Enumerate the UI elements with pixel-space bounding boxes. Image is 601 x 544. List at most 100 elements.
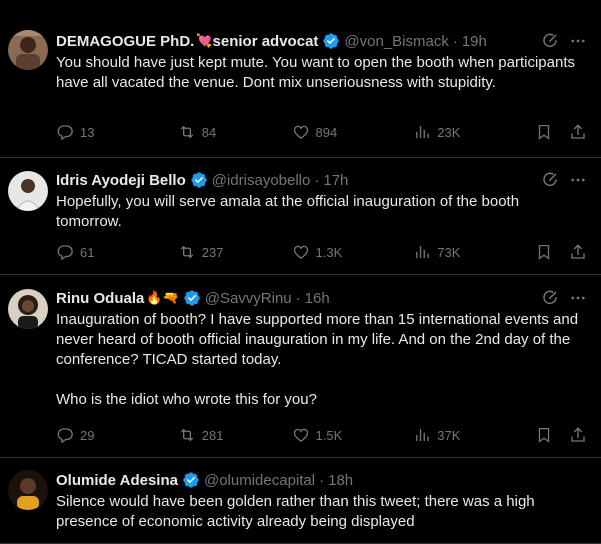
display-name[interactable]: Rinu Oduala [56,290,144,307]
timestamp[interactable]: 18h [328,472,353,489]
tweet[interactable]: DEMAGOGUE PhD. 💘 senior advocat @von_Bis… [0,0,601,158]
avatar[interactable] [8,30,48,70]
reply-button[interactable]: 29 [56,426,178,444]
reply-icon [57,428,73,444]
display-name-suffix[interactable]: senior advocat [213,33,319,50]
bookmark-icon[interactable] [535,426,553,444]
separator-dot: · [319,471,325,489]
tweet-header: DEMAGOGUE PhD. 💘 senior advocat @von_Bis… [56,31,587,51]
tweet-actions: 29 281 1.5K 37K [56,426,587,444]
avatar-image [8,171,48,211]
grok-icon[interactable] [541,32,559,50]
verified-badge-icon [323,33,340,49]
verified-badge-icon [183,472,199,488]
grok-icon[interactable] [541,171,559,189]
verified-badge-icon [184,290,200,306]
tweet[interactable]: Idris Ayodeji Bello @idrisayobello · 17h… [0,158,601,275]
like-icon [293,428,308,442]
timestamp[interactable]: 17h [323,172,348,189]
retweet-count: 237 [201,244,224,260]
grok-icon[interactable] [541,289,559,307]
like-count: 1.3K [315,244,343,260]
tweet-header: Olumide Adesina @olumidecapital · 18h [56,470,587,490]
handle[interactable]: @SavvyRinu [205,290,292,307]
reply-button[interactable]: 13 [56,123,178,141]
reply-icon [57,245,73,261]
retweet-button[interactable]: 281 [178,426,292,444]
display-name[interactable]: Olumide Adesina [56,472,178,489]
like-button[interactable]: 1.5K [292,426,414,444]
like-count: 894 [315,124,338,140]
tweet-header-actions [541,32,587,50]
name-emoji: 🔥🔫 [146,290,179,306]
tweet-right-actions [535,243,587,261]
views-button[interactable]: 73K [413,243,535,261]
avatar-image [8,470,48,510]
handle[interactable]: @von_Bismack [344,33,448,50]
tweet-actions: 13 84 894 23K [56,123,587,141]
avatar[interactable] [8,171,48,211]
like-icon [293,125,308,139]
retweet-count: 281 [201,427,224,443]
tweet[interactable]: Rinu Oduala 🔥🔫 @SavvyRinu · 16h Inaugura… [0,275,601,458]
tweet-text: You should have just kept mute. You want… [56,54,580,91]
views-button[interactable]: 23K [413,123,535,141]
tweet-text: Silence would have been golden rather th… [56,493,539,530]
name-emoji: 💘 [196,33,213,49]
retweet-icon [180,245,193,259]
tweet[interactable]: Olumide Adesina @olumidecapital · 18h Si… [0,458,601,544]
like-count: 1.5K [315,427,343,443]
views-icon [416,246,429,258]
more-icon[interactable] [569,289,587,307]
tweet-right-actions [535,123,587,141]
tweet-text: Inauguration of booth? I have supported … [56,311,579,408]
tweet-text: Hopefully, you will serve amala at the o… [56,193,524,230]
like-icon [293,245,308,259]
reply-count: 29 [80,427,95,443]
display-name[interactable]: DEMAGOGUE PhD. [56,33,194,50]
avatar[interactable] [8,289,48,329]
views-count: 37K [437,427,461,443]
bookmark-icon[interactable] [535,243,553,261]
handle[interactable]: @olumidecapital [204,472,315,489]
retweet-count: 84 [201,124,217,140]
separator-dot: · [452,32,458,50]
bookmark-icon[interactable] [535,123,553,141]
like-button[interactable]: 1.3K [292,243,414,261]
timestamp[interactable]: 16h [305,290,330,307]
reply-count: 13 [80,124,95,140]
handle[interactable]: @idrisayobello [212,172,311,189]
more-icon[interactable] [569,32,587,50]
timestamp[interactable]: 19h [462,33,487,50]
verified-badge-icon [191,172,207,188]
share-icon[interactable] [569,123,587,141]
retweet-icon [180,428,193,442]
share-icon[interactable] [569,243,587,261]
views-icon [416,429,429,441]
tweet-header-actions [541,171,587,189]
retweet-button[interactable]: 84 [178,123,292,141]
reply-button[interactable]: 61 [56,243,178,261]
more-icon[interactable] [569,171,587,189]
retweet-icon [180,125,193,139]
views-count: 73K [437,244,461,260]
views-count: 23K [437,124,461,140]
tweet-actions: 61 237 1.3K 73K [56,243,587,261]
separator-dot: · [295,289,301,307]
views-button[interactable]: 37K [413,426,535,444]
tweet-header-actions [541,289,587,307]
avatar-image [8,30,48,70]
separator-dot: · [314,171,320,189]
reply-icon [57,125,73,141]
avatar-image [8,289,48,329]
views-icon [416,126,429,138]
tweet-header: Rinu Oduala 🔥🔫 @SavvyRinu · 16h [56,288,587,308]
avatar[interactable] [8,470,48,510]
like-button[interactable]: 894 [292,123,414,141]
tweet-header: Idris Ayodeji Bello @idrisayobello · 17h [56,170,587,190]
tweet-right-actions [535,426,587,444]
reply-count: 61 [80,244,95,260]
retweet-button[interactable]: 237 [178,243,292,261]
display-name[interactable]: Idris Ayodeji Bello [56,172,186,189]
share-icon[interactable] [569,426,587,444]
